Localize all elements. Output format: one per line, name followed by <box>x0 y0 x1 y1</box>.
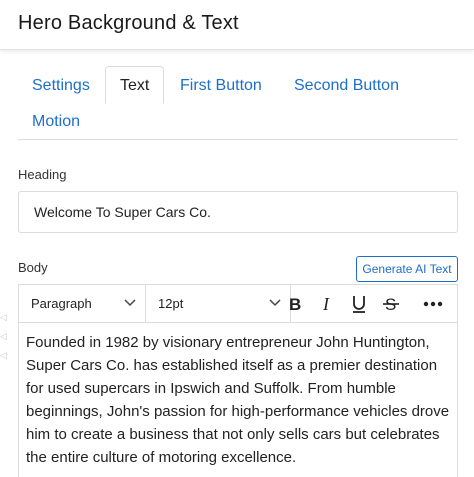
underline-icon <box>353 296 365 313</box>
font-size-select[interactable]: 12pt <box>146 285 291 322</box>
body-label: Body <box>18 260 48 275</box>
strikethrough-button[interactable]: S <box>377 290 405 318</box>
underline-button[interactable] <box>345 290 373 318</box>
tab-settings[interactable]: Settings <box>18 68 104 104</box>
font-size-value: 12pt <box>158 296 184 311</box>
svg-text:B: B <box>289 295 301 314</box>
bold-icon: B <box>289 295 301 314</box>
strikethrough-icon: S <box>383 295 399 314</box>
tab-motion[interactable]: Motion <box>18 104 94 140</box>
tab-text[interactable]: Text <box>105 66 165 104</box>
page-title: Hero Background & Text <box>18 12 239 34</box>
block-format-select[interactable]: Paragraph <box>19 285 146 322</box>
block-format-value: Paragraph <box>31 296 92 311</box>
chevron-down-icon <box>124 299 136 307</box>
tab-first-button[interactable]: First Button <box>166 68 276 104</box>
heading-input[interactable] <box>18 191 458 233</box>
more-options-button[interactable] <box>419 290 447 318</box>
bold-button[interactable]: B <box>281 290 309 318</box>
heading-label: Heading <box>18 167 67 182</box>
rich-text-editor: Paragraph 12pt B I S Founded in 1982 by … <box>18 284 458 477</box>
svg-text:I: I <box>322 294 330 314</box>
more-horizontal-icon <box>423 301 443 307</box>
generate-ai-text-button[interactable]: Generate AI Text <box>356 256 458 282</box>
italic-button[interactable]: I <box>313 290 341 318</box>
resize-handle: ◁ ◁ ◁ <box>0 312 7 360</box>
italic-icon: I <box>322 294 330 314</box>
chevron-down-icon <box>269 299 281 307</box>
editor-content[interactable]: Founded in 1982 by visionary entrepreneu… <box>26 331 454 469</box>
tab-second-button[interactable]: Second Button <box>280 68 413 104</box>
page-header: Hero Background & Text <box>0 0 474 50</box>
tab-bar: Settings Text First Button Second Button… <box>18 66 458 140</box>
editor-toolbar: Paragraph 12pt B I S <box>19 285 457 323</box>
